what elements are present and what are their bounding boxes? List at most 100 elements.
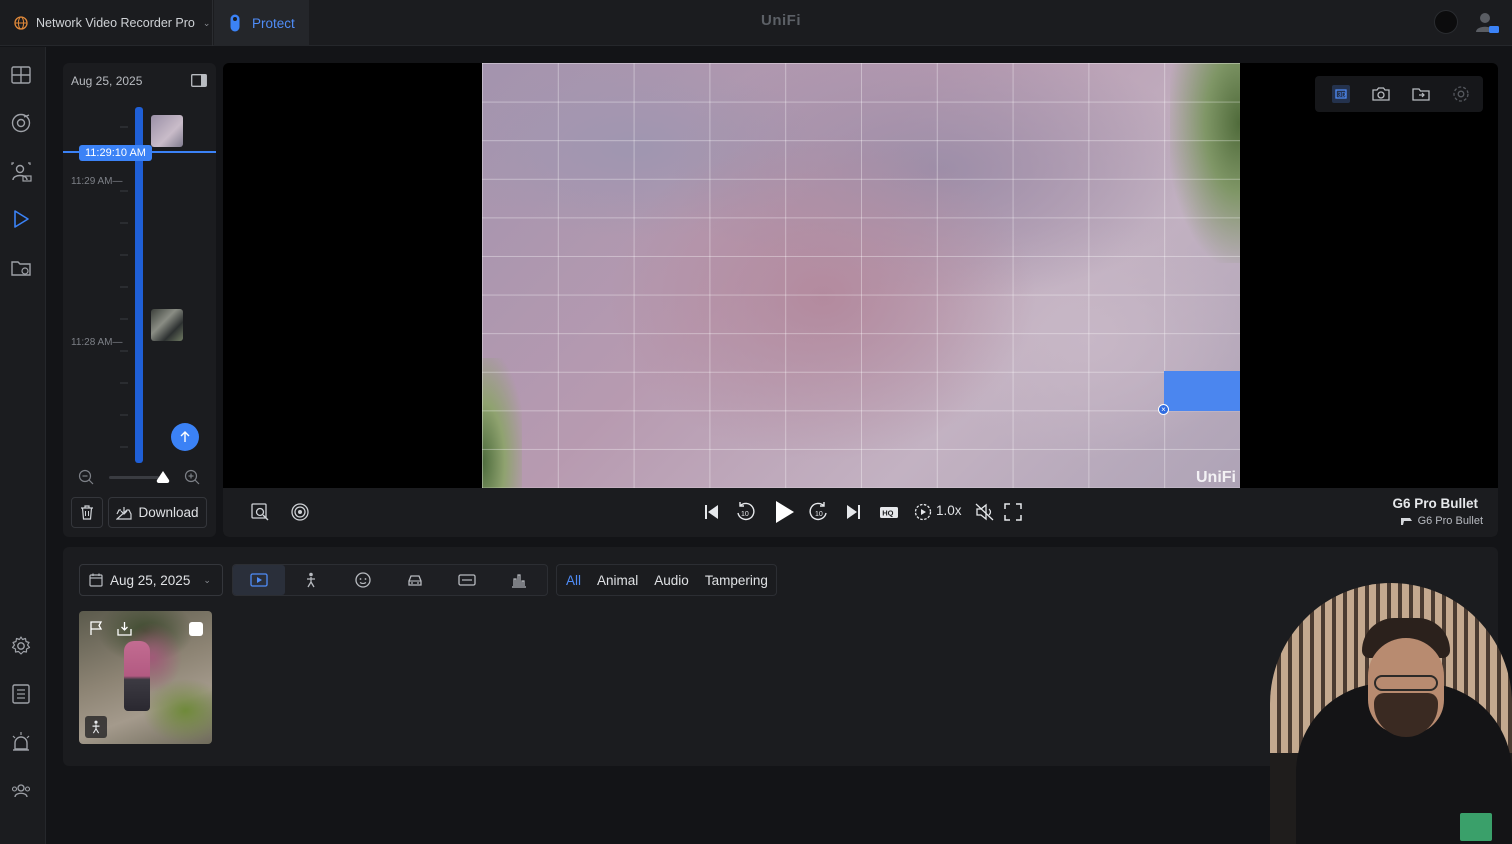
smart-search-icon[interactable] [249, 501, 271, 523]
event-card[interactable] [79, 611, 212, 744]
filter-vehicle[interactable] [389, 565, 441, 595]
grid-icon[interactable] [10, 64, 32, 86]
delete-button[interactable] [71, 497, 103, 528]
flag-icon[interactable] [89, 621, 104, 636]
forward-10-icon: 10 [809, 502, 827, 521]
rewind-button[interactable]: 10 [734, 501, 756, 523]
folder-icon[interactable] [10, 257, 32, 279]
video-feed[interactable]: × UniFi [482, 63, 1240, 488]
mute-icon[interactable] [974, 501, 996, 523]
events-date: Aug 25, 2025 [110, 572, 191, 588]
account-icon[interactable] [1474, 10, 1500, 36]
list-icon[interactable] [10, 683, 32, 705]
bar-chart-icon [512, 574, 526, 588]
license-plate-icon [458, 574, 476, 586]
overlay-toggle-icon[interactable]: 3D [1331, 84, 1351, 104]
playhead-time: 11:29:10 AM [79, 145, 152, 161]
svg-text:10: 10 [815, 511, 823, 518]
jump-to-live-button[interactable] [171, 423, 199, 451]
person-icon [307, 572, 315, 588]
time-label: 11:28 AM— [71, 337, 123, 348]
siren-icon[interactable] [10, 731, 32, 753]
camera-name: G6 Pro Bullet [1392, 496, 1478, 511]
timeline-panel: Aug 25, 2025 11:29:10 AM 11:29 AM— 11:28… [63, 63, 216, 537]
user-avatar[interactable] [1434, 10, 1458, 34]
tab-protect-label: Protect [252, 15, 295, 31]
video-toolbar: 3D [1315, 76, 1483, 112]
timeline-date: Aug 25, 2025 [71, 74, 143, 88]
settings-gear-icon[interactable] [1451, 84, 1471, 104]
snapshot-camera-icon[interactable] [1371, 84, 1391, 104]
type-tab-tampering[interactable]: Tampering [705, 573, 768, 588]
play-icon[interactable] [10, 208, 32, 230]
app-switcher[interactable]: Network Video Recorder Pro ⌄ [0, 0, 213, 46]
zoom-out-icon[interactable] [78, 469, 94, 485]
svg-text:HQ: HQ [882, 509, 893, 518]
filter-face[interactable] [337, 565, 389, 595]
detections-icon[interactable] [10, 161, 32, 183]
svg-text:10: 10 [741, 511, 749, 518]
video-player: × UniFi 3D 10 10 HQ 1.0x G6 Pro Bullet G… [223, 63, 1498, 537]
brand-logo: UniFi [761, 12, 801, 29]
protect-camera-icon [230, 14, 240, 32]
top-bar: Network Video Recorder Pro ⌄ Protect Uni… [0, 0, 1512, 46]
detection-zone[interactable] [1164, 371, 1240, 411]
channel-logo [1460, 813, 1492, 841]
rewind-10-icon: 10 [737, 502, 755, 521]
filter-license-plate[interactable] [441, 565, 493, 595]
skip-previous-icon[interactable] [701, 501, 723, 523]
type-tab-all[interactable]: All [566, 573, 581, 588]
gear-icon[interactable] [10, 635, 32, 657]
event-thumbnail[interactable] [151, 309, 183, 341]
zoom-in-icon[interactable] [184, 469, 200, 485]
chevron-down-icon: ⌄ [203, 574, 211, 585]
filter-person[interactable] [285, 565, 337, 595]
play-button[interactable] [772, 499, 796, 525]
type-tab-animal[interactable]: Animal [597, 573, 638, 588]
side-nav [0, 47, 46, 844]
camera-subtitle: G6 Pro Bullet [1400, 515, 1483, 527]
event-thumbnail[interactable] [151, 115, 183, 147]
export-folder-icon[interactable] [1411, 84, 1431, 104]
event-type-tabs: All Animal Audio Tampering [556, 564, 777, 596]
arrow-up-icon [180, 431, 190, 442]
zoom-slider-handle[interactable] [156, 470, 170, 484]
type-tab-audio[interactable]: Audio [654, 573, 689, 588]
download-button[interactable]: Download [108, 497, 207, 528]
svg-text:3D: 3D [1338, 93, 1346, 99]
event-select-checkbox[interactable] [189, 622, 203, 636]
skip-next-icon[interactable] [842, 501, 864, 523]
presenter-webcam [1270, 583, 1512, 844]
speed-icon[interactable] [912, 501, 934, 523]
tab-protect[interactable]: Protect [214, 0, 309, 46]
motion-zones-icon[interactable] [289, 501, 311, 523]
download-label: Download [138, 505, 199, 520]
playback-speed[interactable]: 1.0x [936, 503, 962, 518]
quality-toggle[interactable]: HQ [878, 501, 900, 523]
video-clip-icon [250, 573, 268, 587]
person-icon [92, 720, 100, 734]
detection-grid [482, 63, 1240, 488]
panel-toggle-icon[interactable] [191, 74, 207, 87]
filter-all-detections[interactable] [233, 565, 285, 595]
zone-close-handle[interactable]: × [1158, 404, 1169, 415]
filter-insights[interactable] [493, 565, 545, 595]
calendar-icon [89, 573, 103, 587]
download-icon[interactable] [117, 621, 132, 636]
fullscreen-icon[interactable] [1002, 501, 1024, 523]
camera-lens-icon[interactable] [10, 112, 32, 134]
bullet-camera-icon [1400, 517, 1412, 525]
zoom-slider[interactable] [109, 476, 159, 479]
event-thumbnail-subject [124, 641, 150, 711]
playback-controls: 10 10 HQ 1.0x G6 Pro Bullet G6 Pro Bulle… [223, 488, 1498, 537]
events-date-picker[interactable]: Aug 25, 2025 ⌄ [79, 564, 223, 596]
presenter-glasses [1374, 675, 1438, 691]
car-icon [408, 575, 422, 586]
download-icon [116, 506, 133, 520]
users-icon[interactable] [10, 780, 32, 802]
time-label: 11:29 AM— [71, 176, 123, 187]
globe-icon [14, 16, 28, 30]
detection-type-badge [85, 716, 107, 738]
hq-icon: HQ [880, 507, 898, 518]
forward-button[interactable]: 10 [808, 501, 830, 523]
